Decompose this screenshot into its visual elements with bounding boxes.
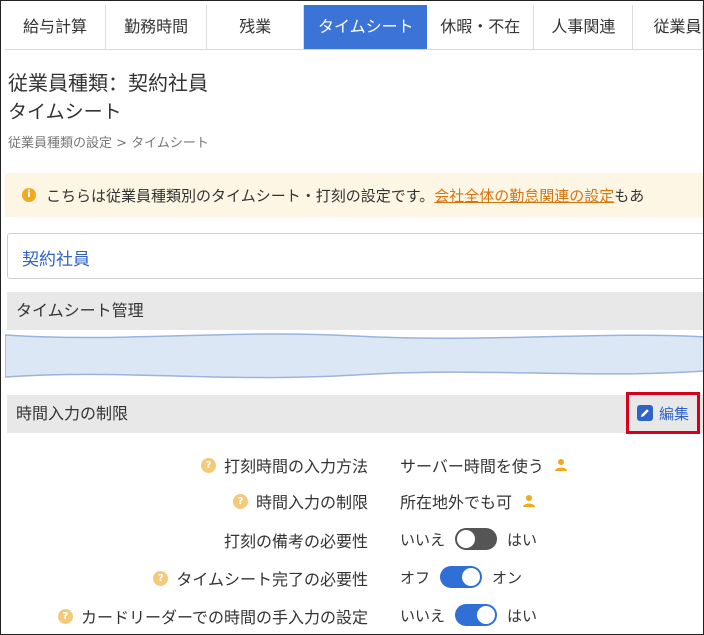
help-icon[interactable]: ? — [57, 608, 73, 624]
setting-label: タイムシート完了の必要性 — [176, 570, 368, 589]
card-reader-toggle[interactable] — [455, 604, 498, 626]
setting-row-punch-input-method: ? 打刻時間の入力方法 サーバー時間を使う — [1, 445, 703, 481]
toggle-off-label: いいえ — [400, 606, 446, 625]
section-title: 時間入力の制限 — [16, 404, 129, 423]
setting-label: カードリーダーでの時間の手入力の設定 — [80, 608, 368, 627]
tab-working-hours[interactable]: 勤務時間 — [106, 5, 208, 49]
timesheet-completion-toggle[interactable] — [440, 566, 483, 588]
page-title: 従業員種類：契約社員 — [8, 71, 208, 95]
company-settings-link[interactable]: 会社全体の勤怠関連の設定 — [434, 185, 614, 206]
section-timesheet-management: タイムシート管理 — [7, 292, 703, 330]
help-icon[interactable]: ? — [153, 570, 169, 586]
page-subtitle: タイムシート — [8, 101, 122, 123]
breadcrumb[interactable]: 従業員種類の設定 > タイムシート — [8, 132, 209, 151]
app-frame: 給与計算 勤務時間 残業 タイムシート 休暇・不在 人事関連 従業員 従業員種類… — [0, 0, 704, 635]
setting-row-card-reader-manual-input: ? カードリーダーでの時間の手入力の設定 いいえ はい — [1, 596, 703, 632]
toggle-on-label: はい — [507, 606, 538, 625]
setting-value: 所在地外でも可 — [400, 493, 513, 512]
setting-label: 打刻の備考の必要性 — [223, 532, 368, 551]
notice-text-continued: もあ — [614, 186, 645, 205]
info-notice: i こちらは従業員種類別のタイムシート・打刻の設定です。 会社全体の勤怠関連の設… — [5, 173, 703, 217]
toggle-off-label: オフ — [400, 568, 431, 587]
toggle-knob — [477, 606, 496, 624]
edit-label: 編集 — [658, 404, 689, 423]
person-icon — [522, 494, 536, 508]
tab-timesheet[interactable]: タイムシート — [304, 5, 428, 49]
employee-type-box: 契約社員 — [7, 233, 703, 279]
punch-note-toggle[interactable] — [455, 528, 498, 550]
tab-employees[interactable]: 従業員 — [633, 5, 703, 49]
toggle-off-label: いいえ — [400, 530, 446, 549]
section-time-input-limits: 時間入力の制限 — [7, 395, 703, 433]
toggle-knob — [457, 530, 476, 548]
tab-hr[interactable]: 人事関連 — [534, 5, 634, 49]
setting-label: 打刻時間の入力方法 — [223, 457, 368, 476]
person-icon — [554, 458, 568, 472]
toggle-knob — [462, 568, 481, 586]
help-icon[interactable]: ? — [232, 493, 248, 509]
setting-row-time-input-limit: ? 時間入力の制限 所在地外でも可 — [1, 481, 703, 517]
tab-overtime[interactable]: 残業 — [207, 5, 305, 49]
help-icon[interactable]: ? — [200, 457, 216, 473]
tab-bar: 給与計算 勤務時間 残業 タイムシート 休暇・不在 人事関連 従業員 — [5, 5, 703, 50]
pencil-icon — [636, 405, 653, 421]
employee-type-label[interactable]: 契約社員 — [22, 245, 90, 270]
notice-text: こちらは従業員種類別のタイムシート・打刻の設定です。 — [46, 186, 435, 205]
setting-value: サーバー時間を使う — [400, 457, 544, 476]
tab-payroll[interactable]: 給与計算 — [5, 5, 107, 49]
toggle-on-label: オン — [492, 568, 523, 587]
toggle-on-label: はい — [507, 530, 538, 549]
setting-label: 時間入力の制限 — [255, 493, 368, 512]
section-title: タイムシート管理 — [16, 301, 144, 320]
collapsed-content-wave — [5, 333, 703, 379]
setting-row-timesheet-completion: ? タイムシート完了の必要性 オフ オン — [1, 558, 703, 594]
tab-leave[interactable]: 休暇・不在 — [427, 5, 535, 49]
setting-row-punch-note-required: 打刻の備考の必要性 いいえ はい — [1, 520, 703, 556]
edit-button[interactable]: 編集 — [626, 392, 700, 434]
info-icon: i — [22, 188, 36, 202]
